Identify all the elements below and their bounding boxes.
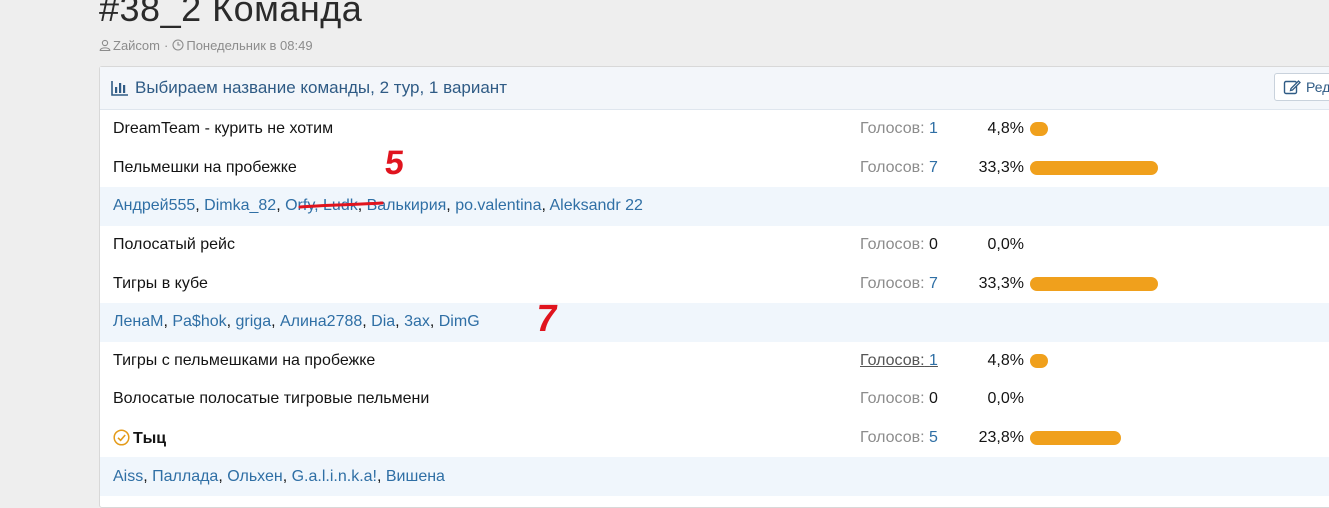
clock-icon — [172, 39, 184, 51]
edit-poll-button[interactable]: Ред — [1274, 73, 1329, 101]
vote-percent: 33,3% — [978, 274, 1024, 292]
poll-option-row: Тигры с пельмешками на пробежке Голосов:… — [100, 342, 1329, 381]
poll-block: Выбираем название команды, 2 тур, 1 вари… — [99, 66, 1329, 508]
vote-bar — [1030, 353, 1048, 368]
vote-number: 5 — [929, 429, 938, 447]
vote-percent: 33,3% — [978, 158, 1024, 176]
voter-link[interactable]: Андрей555 — [113, 197, 195, 214]
vote-bar — [1030, 431, 1121, 446]
page-title: #38_2 Команда — [99, 0, 363, 29]
voter-link[interactable]: DimG — [439, 313, 480, 330]
post-date-link[interactable]: Понедельник в 08:49 — [186, 38, 312, 53]
voter-link[interactable]: Валькирия — [367, 197, 447, 214]
voter-list: ЛенаМ, Pa$hok, griga, Алина2788, Dia, 3a… — [113, 313, 480, 331]
vote-percent: 4,8% — [987, 120, 1024, 138]
vote-percent: 0,0% — [987, 390, 1024, 408]
vote-count[interactable]: Голосов: 5 — [860, 429, 938, 447]
check-circle-icon — [113, 428, 130, 446]
poll-option-label: Тигры с пельмешками на пробежке — [113, 351, 376, 369]
voter-link[interactable]: 3ax — [404, 313, 430, 330]
voter-link[interactable]: G.a.l.i.n.k.a! — [292, 468, 377, 485]
vote-bar — [1030, 122, 1048, 137]
poll-option-row: Полосатый рейс Голосов: 0 0,0% — [100, 226, 1329, 265]
poll-option-label: Полосатый рейс — [113, 236, 235, 254]
voter-list: Aiss, Паллада, Ольхен, G.a.l.i.n.k.a!, В… — [113, 467, 445, 485]
poll-option-row: Волосатые полосатые тигровые пельмени Го… — [100, 380, 1329, 419]
poll-results: DreamTeam - курить не хотим Голосов: 1 4… — [100, 110, 1329, 496]
voter-link[interactable]: Aiss — [113, 468, 143, 485]
votes-label: Голосов: — [860, 274, 925, 292]
poll-option-row: Тыц Голосов: 5 23,8% — [100, 419, 1329, 458]
voter-list: Андрей555, Dimka_82, Orfy, Ludk, Валькир… — [113, 197, 643, 215]
voter-link[interactable]: Aleksandr 22 — [550, 197, 643, 214]
vote-percent: 0,0% — [987, 236, 1024, 254]
vote-number: 7 — [929, 158, 938, 176]
meta-separator: · — [164, 37, 169, 53]
poll-option-label-selected: Тыц — [113, 428, 167, 448]
voter-link[interactable]: Алина2788 — [280, 313, 362, 330]
voter-link[interactable]: Orfy, Ludk — [285, 197, 358, 214]
voter-link[interactable]: Dia — [371, 313, 395, 330]
poll-option-label: Тигры в кубе — [113, 274, 208, 292]
thread-meta: Zaйcom · Понедельник в 08:49 — [99, 36, 313, 54]
poll-option-row: Пельмешки на пробежке Голосов: 7 33,3% — [100, 149, 1329, 188]
vote-count: Голосов: 0 — [860, 236, 938, 254]
voter-link[interactable]: griga — [236, 313, 272, 330]
poll-option-row: DreamTeam - курить не хотим Голосов: 1 4… — [100, 110, 1329, 149]
voter-link[interactable]: Pa$hok — [172, 313, 226, 330]
vote-percent: 4,8% — [987, 351, 1024, 369]
votes-label: Голосов: — [860, 158, 925, 176]
vote-bar — [1030, 276, 1158, 291]
user-icon — [99, 39, 111, 51]
poll-option-row: Тигры в кубе Голосов: 7 33,3% — [100, 264, 1329, 303]
bar-chart-icon — [111, 81, 128, 96]
vote-number: 1 — [929, 120, 938, 138]
votes-label: Голосов: — [860, 351, 925, 369]
poll-title: Выбираем название команды, 2 тур, 1 вари… — [135, 78, 507, 97]
vote-count[interactable]: Голосов: 1 — [860, 120, 938, 138]
voter-link[interactable]: Вишена — [386, 468, 445, 485]
poll-header: Выбираем название команды, 2 тур, 1 вари… — [100, 67, 1329, 110]
voter-link[interactable]: Паллада — [152, 468, 218, 485]
vote-count[interactable]: Голосов: 7 — [860, 159, 938, 177]
voter-link[interactable]: Dimka_82 — [204, 197, 276, 214]
vote-number: 0 — [929, 236, 938, 254]
voter-link[interactable]: po.valentina — [455, 197, 541, 214]
vote-number: 0 — [929, 390, 938, 408]
vote-bar — [1030, 160, 1158, 175]
voters-row: ЛенаМ, Pa$hok, griga, Алина2788, Dia, 3a… — [100, 302, 1329, 342]
votes-label: Голосов: — [860, 120, 925, 138]
votes-label: Голосов: — [860, 236, 925, 254]
vote-count[interactable]: Голосов: 1 — [860, 352, 938, 370]
edit-icon — [1283, 80, 1301, 95]
poll-option-label: Пельмешки на пробежке — [113, 158, 297, 176]
vote-number: 7 — [929, 274, 938, 292]
voter-link[interactable]: ЛенаМ — [113, 313, 163, 330]
vote-count[interactable]: Голосов: 7 — [860, 275, 938, 293]
edit-poll-label: Ред — [1306, 79, 1329, 95]
votes-label: Голосов: — [860, 390, 925, 408]
voter-link[interactable]: Ольхен — [227, 468, 283, 485]
voters-row: Aiss, Паллада, Ольхен, G.a.l.i.n.k.a!, В… — [100, 457, 1329, 496]
selected-option-text: Тыц — [133, 429, 167, 447]
vote-count: Голосов: 0 — [860, 390, 938, 408]
poll-option-label: DreamTeam - курить не хотим — [113, 120, 334, 138]
author-link[interactable]: Zaйcom — [113, 38, 160, 53]
voters-row: Андрей555, Dimka_82, Orfy, Ludk, Валькир… — [100, 187, 1329, 226]
poll-option-label: Волосатые полосатые тигровые пельмени — [113, 390, 430, 408]
vote-number: 1 — [929, 351, 938, 369]
vote-percent: 23,8% — [978, 429, 1024, 447]
votes-label: Голосов: — [860, 429, 925, 447]
